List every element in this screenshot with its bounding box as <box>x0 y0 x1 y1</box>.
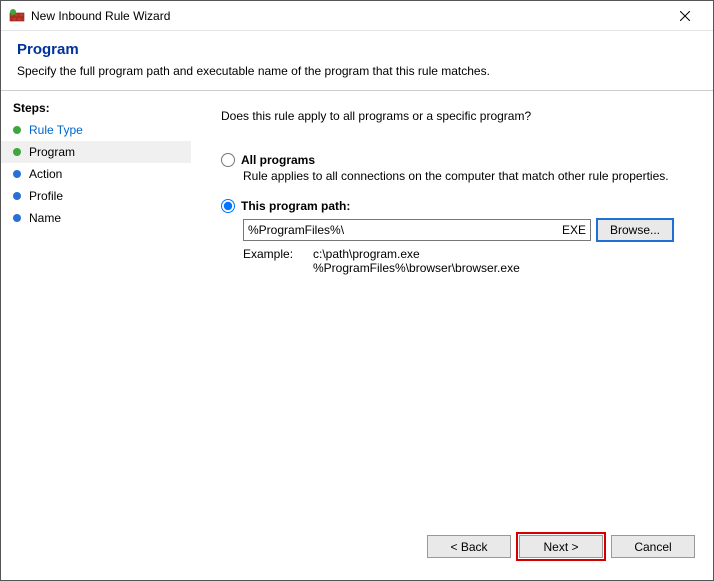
window-title: New Inbound Rule Wizard <box>31 9 665 23</box>
browse-button[interactable]: Browse... <box>597 219 673 241</box>
wizard-window: New Inbound Rule Wizard Program Specify … <box>0 0 714 581</box>
step-label: Program <box>29 145 75 159</box>
steps-sidebar: Steps: Rule Type Program Action Profile … <box>1 91 191 580</box>
program-path-row: %ProgramFiles%\ EXE Browse... <box>243 219 695 241</box>
program-path-input[interactable]: %ProgramFiles%\ EXE <box>243 219 591 241</box>
bullet-icon <box>13 126 21 134</box>
example-label: Example: <box>243 247 313 275</box>
steps-title: Steps: <box>1 99 191 119</box>
radio-this-program-row: This program path: <box>221 199 695 213</box>
page-title: Program <box>17 41 697 58</box>
step-label: Rule Type <box>29 123 83 137</box>
question-text: Does this rule apply to all programs or … <box>221 109 695 123</box>
radio-all-programs[interactable] <box>221 153 235 167</box>
radio-this-program[interactable] <box>221 199 235 213</box>
step-label: Name <box>29 211 61 225</box>
program-path-ext: EXE <box>562 223 586 237</box>
bullet-icon <box>13 148 21 156</box>
program-path-value: %ProgramFiles%\ <box>248 223 562 237</box>
step-name[interactable]: Name <box>1 207 191 229</box>
step-label: Profile <box>29 189 63 203</box>
titlebar: New Inbound Rule Wizard <box>1 1 713 31</box>
step-action[interactable]: Action <box>1 163 191 185</box>
header: Program Specify the full program path an… <box>1 31 713 90</box>
radio-this-program-label: This program path: <box>241 199 350 213</box>
bullet-icon <box>13 170 21 178</box>
example-path-1: c:\path\program.exe <box>313 247 520 261</box>
example-path-2: %ProgramFiles%\browser\browser.exe <box>313 261 520 275</box>
bullet-icon <box>13 192 21 200</box>
step-label: Action <box>29 167 62 181</box>
page-subtitle: Specify the full program path and execut… <box>17 64 697 78</box>
cancel-button[interactable]: Cancel <box>611 535 695 558</box>
footer-buttons: < Back Next > Cancel <box>221 535 695 572</box>
firewall-icon <box>9 8 25 24</box>
next-button[interactable]: Next > <box>519 535 603 558</box>
body: Steps: Rule Type Program Action Profile … <box>1 90 713 580</box>
example-block: Example: c:\path\program.exe %ProgramFil… <box>243 247 695 275</box>
back-button[interactable]: < Back <box>427 535 511 558</box>
step-rule-type[interactable]: Rule Type <box>1 119 191 141</box>
bullet-icon <box>13 214 21 222</box>
step-profile[interactable]: Profile <box>1 185 191 207</box>
radio-all-programs-label: All programs <box>241 153 315 167</box>
close-button[interactable] <box>665 2 705 30</box>
content-pane: Does this rule apply to all programs or … <box>191 91 713 580</box>
radio-all-programs-row: All programs <box>221 153 695 167</box>
radio-all-programs-desc: Rule applies to all connections on the c… <box>243 169 695 183</box>
step-program[interactable]: Program <box>1 141 191 163</box>
